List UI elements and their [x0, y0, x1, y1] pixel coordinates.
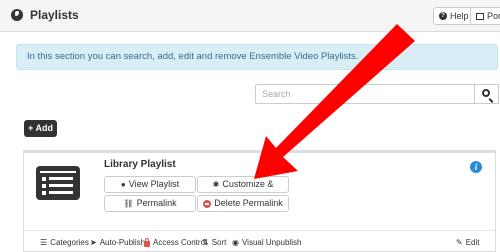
edit-link[interactable]: ✎ Edit: [456, 238, 480, 247]
categories-link[interactable]: ☰ Categories: [40, 238, 89, 247]
eye-icon: ◉: [232, 238, 239, 247]
visual-unpublish-link[interactable]: ◉ Visual Unpublish: [232, 238, 301, 247]
list-icon: ☰: [40, 238, 48, 247]
globe-icon: ●: [120, 180, 126, 190]
auto-publish-link[interactable]: ➤ Auto-Publish: [90, 238, 145, 247]
portal-button[interactable]: Portal: [470, 7, 500, 25]
search-button[interactable]: [475, 84, 499, 104]
minus-circle-icon: [203, 199, 212, 208]
pencil-icon: ✎: [456, 238, 463, 247]
gear-icon: ✱: [212, 180, 220, 190]
sort-link[interactable]: ⇅ Sort: [202, 238, 226, 247]
playlist-title: Library Playlist: [104, 159, 176, 170]
search-input[interactable]: [255, 84, 475, 104]
permalink-button[interactable]: ⛓ Permalink: [104, 195, 196, 212]
playlist-footer: ☰ Categories ➤ Auto-Publish Access Contr…: [24, 230, 495, 252]
help-button[interactable]: ? Help: [433, 7, 475, 25]
portal-label: Portal: [487, 11, 500, 21]
add-label: Add: [35, 123, 53, 133]
access-control-link[interactable]: Access Control: [144, 237, 207, 247]
external-link-icon: [476, 12, 484, 20]
playlist-card: Library Playlist i ● View Playlist ✱ Custo…: [23, 150, 496, 252]
link-icon: ⛓: [123, 199, 134, 209]
view-playlist-button[interactable]: ● View Playlist: [104, 176, 196, 193]
help-label: Help: [450, 11, 469, 21]
page-title: Playlists: [30, 8, 79, 22]
customize-embed-button[interactable]: ✱Customize & Embed: [197, 176, 289, 204]
info-icon[interactable]: i: [470, 161, 482, 173]
lock-icon: [144, 237, 150, 247]
page-header: Playlists ? Help Portal: [0, 0, 500, 32]
question-icon: ?: [439, 12, 447, 20]
info-alert: In this section you can search, add, edi…: [16, 44, 498, 70]
delete-permalink-button[interactable]: Delete Permalink: [197, 195, 289, 212]
playlist-thumbnail-icon: [36, 166, 80, 200]
send-icon: ➤: [90, 238, 97, 247]
search-icon: [482, 89, 490, 97]
globe-icon: [11, 9, 23, 21]
add-button[interactable]: + Add: [24, 120, 57, 137]
sort-icon: ⇅: [202, 238, 209, 247]
